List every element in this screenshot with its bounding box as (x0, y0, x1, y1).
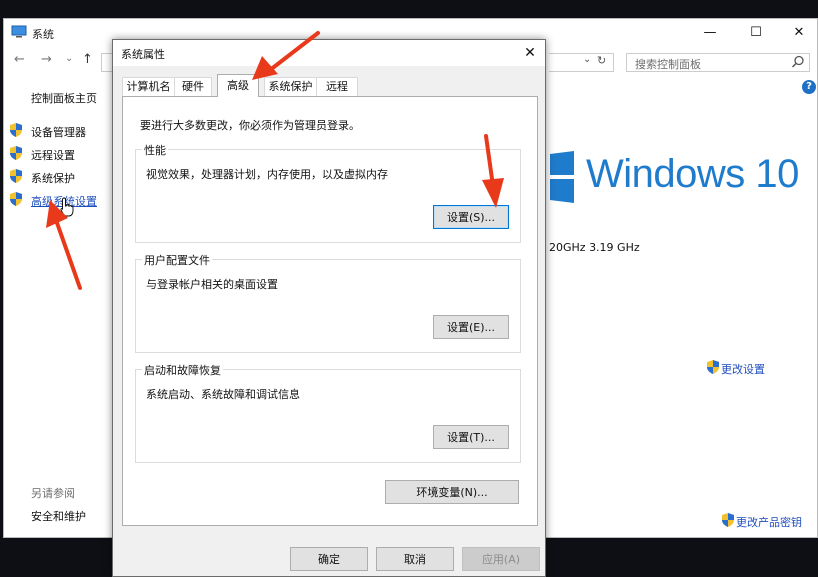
uac-shield-icon (10, 146, 22, 160)
system-properties-dialog: 系统属性 ✕ 计算机名 硬件 高级 系统保护 远程 要进行大多数更改，你必须作为… (112, 39, 546, 577)
sidebar-item-label: 设备管理器 (31, 126, 86, 139)
windows-logo-icon (550, 151, 574, 203)
ok-button[interactable]: 确定 (290, 547, 368, 571)
uac-shield-icon (707, 360, 719, 374)
hand-cursor-icon (60, 197, 74, 217)
minimize-button[interactable]: — (687, 19, 733, 47)
apply-button[interactable]: 应用(A) (462, 547, 540, 571)
back-button[interactable]: ← (14, 52, 25, 67)
maximize-button[interactable]: ☐ (733, 19, 779, 47)
dialog-titlebar: 系统属性 ✕ (113, 40, 545, 66)
address-dropdown-button[interactable]: ⌄ (583, 54, 591, 65)
system-window-title: 系统 (32, 28, 54, 41)
user-profiles-group-title: 用户配置文件 (142, 252, 212, 268)
performance-group: 性能 视觉效果，处理器计划，内存使用，以及虚拟内存 设置(S)... (135, 142, 521, 243)
uac-shield-icon (10, 169, 22, 183)
environment-variables-button[interactable]: 环境变量(N)... (385, 480, 519, 504)
tab-hardware[interactable]: 硬件 (174, 77, 212, 96)
cancel-button[interactable]: 取消 (376, 547, 454, 571)
tab-remote[interactable]: 远程 (316, 77, 358, 96)
search-icon[interactable] (791, 55, 805, 69)
search-input[interactable]: 搜索控制面板 (626, 53, 810, 72)
sidebar-item-label: 系统保护 (31, 172, 75, 185)
security-and-maintenance-link[interactable]: 安全和维护 (31, 508, 86, 524)
startup-recovery-settings-button[interactable]: 设置(T)... (433, 425, 509, 449)
address-bar[interactable] (101, 53, 112, 72)
tab-system-protection[interactable]: 系统保护 (264, 77, 317, 96)
startup-recovery-description: 系统启动、系统故障和调试信息 (146, 388, 300, 401)
refresh-button[interactable]: ↻ (597, 54, 606, 67)
change-product-key-label: 更改产品密钥 (736, 516, 802, 529)
performance-group-title: 性能 (142, 142, 168, 158)
search-placeholder: 搜索控制面板 (635, 58, 701, 71)
recent-locations-button[interactable]: ⌄ (65, 53, 73, 64)
windows-edition-logo: Windows 10 (586, 152, 799, 196)
startup-recovery-group-title: 启动和故障恢复 (142, 362, 223, 378)
uac-shield-icon (10, 192, 22, 206)
see-also-heading: 另请参阅 (31, 487, 75, 500)
dialog-close-button[interactable]: ✕ (515, 40, 545, 66)
advanced-tab-panel: 要进行大多数更改，你必须作为管理员登录。 性能 视觉效果，处理器计划，内存使用，… (122, 96, 538, 526)
tab-computer-name[interactable]: 计算机名 (122, 77, 175, 96)
user-profiles-settings-button[interactable]: 设置(E)... (433, 315, 509, 339)
tab-advanced[interactable]: 高级 (217, 74, 259, 97)
user-profiles-description: 与登录帐户相关的桌面设置 (146, 278, 278, 291)
uac-shield-icon (10, 123, 22, 137)
close-button[interactable]: ✕ (776, 19, 818, 47)
dialog-title: 系统属性 (121, 48, 165, 61)
forward-button[interactable]: → (41, 52, 52, 67)
uac-shield-icon (722, 513, 734, 527)
address-bar-end: ⌄ ↻ (549, 53, 614, 72)
help-icon[interactable]: ? (802, 80, 816, 94)
sidebar-item-label: 远程设置 (31, 149, 75, 162)
admin-required-note: 要进行大多数更改，你必须作为管理员登录。 (140, 119, 360, 132)
control-panel-home-link[interactable]: 控制面板主页 (31, 90, 97, 106)
user-profiles-group: 用户配置文件 与登录帐户相关的桌面设置 设置(E)... (135, 252, 521, 353)
change-settings-label: 更改设置 (721, 363, 765, 376)
performance-description: 视觉效果，处理器计划，内存使用，以及虚拟内存 (146, 168, 388, 181)
startup-recovery-group: 启动和故障恢复 系统启动、系统故障和调试信息 设置(T)... (135, 362, 521, 463)
processor-frequency: 20GHz 3.19 GHz (549, 241, 640, 254)
computer-icon (11, 25, 27, 38)
performance-settings-button[interactable]: 设置(S)... (433, 205, 509, 229)
up-button[interactable]: ↑ (82, 52, 93, 67)
